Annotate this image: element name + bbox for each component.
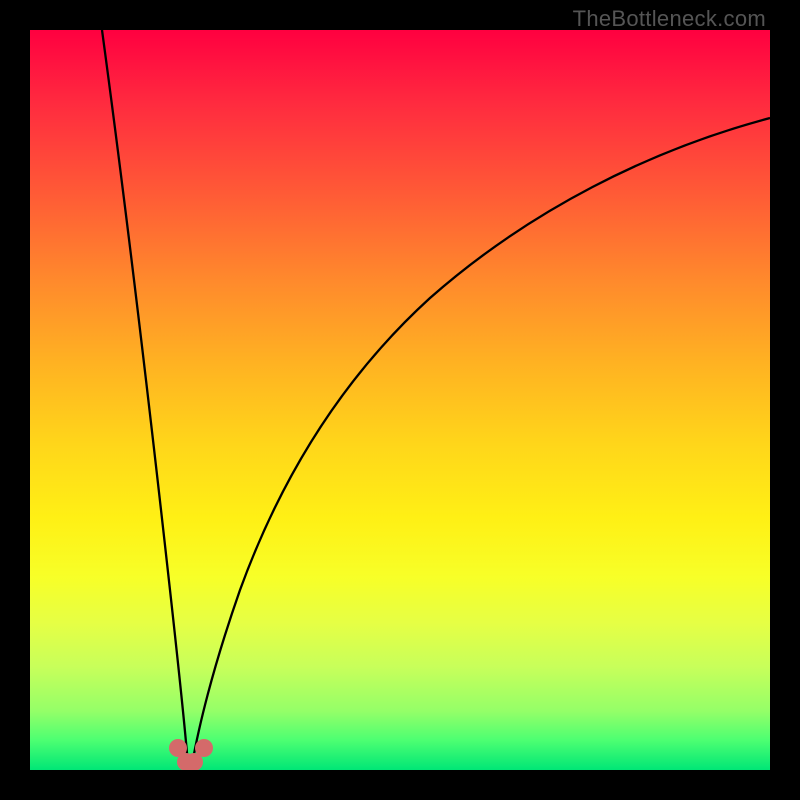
marker-dot [195, 739, 213, 757]
curve-left-branch [102, 30, 188, 765]
bottleneck-curve-svg [30, 30, 770, 770]
watermark-text: TheBottleneck.com [573, 6, 766, 32]
curve-markers [169, 739, 213, 770]
plot-area [30, 30, 770, 770]
curve-right-branch [192, 118, 770, 765]
